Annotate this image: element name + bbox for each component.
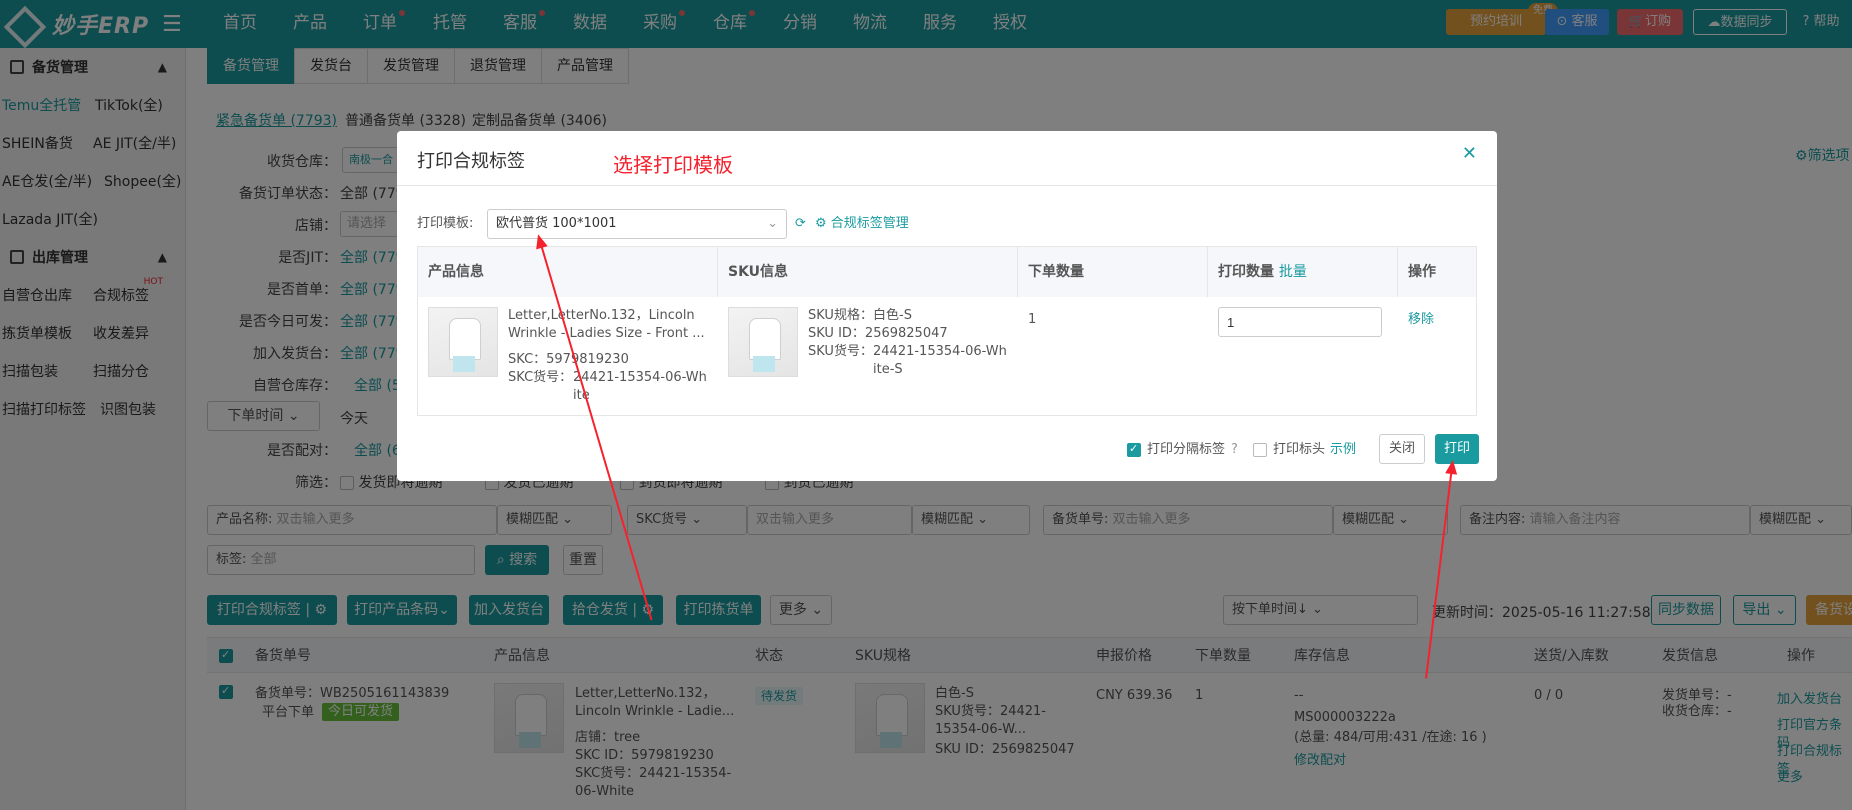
- item-sku-no-2: ite-S: [873, 362, 903, 377]
- item-sku-no: 24421-15354-06-Wh: [873, 344, 1007, 359]
- item-sku-no-label: SKU货号：: [808, 344, 873, 359]
- template-value: 欧代普货 100*1001: [496, 216, 617, 231]
- item-sku-spec: 白色-S: [873, 308, 912, 323]
- help-icon[interactable]: ?: [1231, 441, 1238, 459]
- batch-link[interactable]: 批量: [1279, 264, 1307, 280]
- print-header-label: 打印标头: [1273, 442, 1326, 457]
- template-label: 打印模板:: [417, 216, 474, 231]
- manage-labels-link[interactable]: ⚙ 合规标签管理: [815, 215, 909, 233]
- item-title-line1: Letter,LetterNo.132，Lincoln: [508, 308, 695, 323]
- manage-labels-text: 合规标签管理: [830, 216, 909, 231]
- print-separator-checkbox[interactable]: [1127, 442, 1141, 457]
- remove-link[interactable]: 移除: [1408, 311, 1434, 329]
- annotation-arrow-head: [1445, 459, 1459, 475]
- print-qty-label: 打印数量: [1218, 264, 1274, 280]
- refresh-icon[interactable]: ⟳: [795, 215, 806, 233]
- label-table: 产品信息 SKU信息 下单数量 打印数量 批量 操作 Letter,Letter…: [417, 246, 1477, 416]
- item-sku-id: SKU ID：2569825047: [808, 326, 948, 341]
- item-sku-thumbnail: [728, 307, 798, 377]
- close-button[interactable]: 关闭: [1379, 434, 1425, 464]
- template-select[interactable]: 欧代普货 100*1001 ⌄: [487, 209, 787, 239]
- item-skc: SKC：5979819230: [508, 352, 629, 367]
- print-label-dialog: 打印合规标签 ✕ 选择打印模板 打印模板: 欧代普货 100*1001 ⌄ ⟳ ⚙…: [397, 131, 1497, 481]
- col-print-qty: 打印数量 批量: [1208, 247, 1398, 297]
- item-skc-no: 24421-15354-06-Wh: [573, 370, 707, 385]
- print-qty-input[interactable]: [1218, 307, 1382, 337]
- col-sku: SKU信息: [718, 247, 1018, 297]
- chevron-down-icon: ⌄: [767, 216, 778, 231]
- close-icon[interactable]: ✕: [1462, 143, 1477, 164]
- col-actions: 操作: [1398, 247, 1476, 297]
- item-product-thumbnail: [428, 307, 498, 377]
- example-link[interactable]: 示例: [1330, 441, 1356, 459]
- col-qty: 下单数量: [1018, 247, 1208, 297]
- dialog-title: 打印合规标签: [417, 151, 525, 172]
- col-product: 产品信息: [418, 247, 718, 297]
- annotation-text: 选择打印模板: [613, 153, 733, 177]
- print-separator-label: 打印分隔标签: [1147, 442, 1226, 457]
- item-title-line2: Wrinkle - Ladies Size - Front ...: [508, 326, 705, 341]
- print-button[interactable]: 打印: [1435, 434, 1479, 464]
- item-skc-no-label: SKC货号：: [508, 370, 573, 385]
- item-sku-spec-label: SKU规格：: [808, 308, 873, 323]
- dialog-divider: [397, 185, 1497, 186]
- print-header-checkbox[interactable]: [1253, 443, 1267, 457]
- item-order-qty: 1: [1028, 312, 1037, 327]
